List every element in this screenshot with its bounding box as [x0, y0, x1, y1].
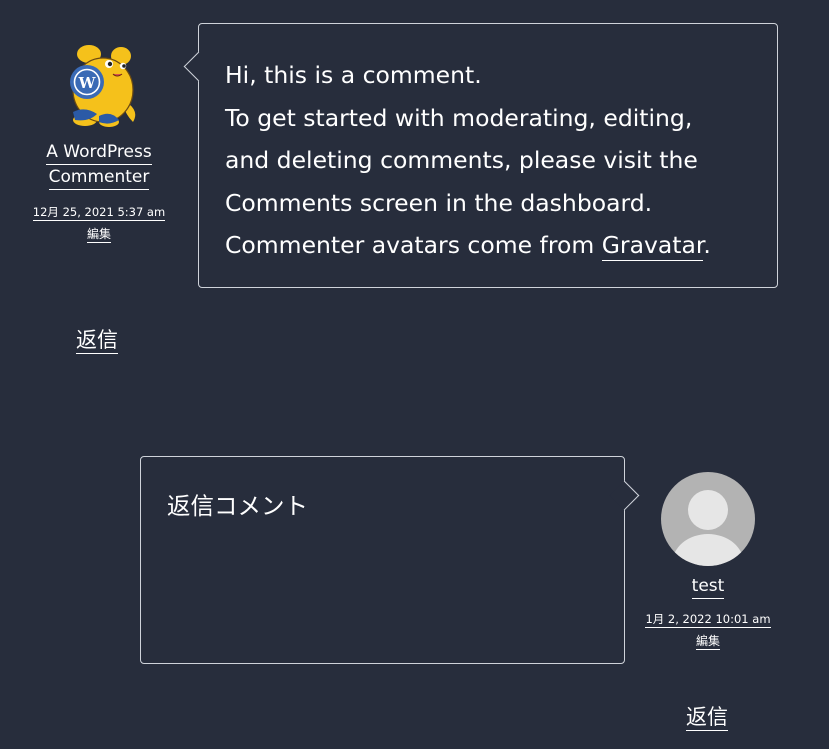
comment-line: Comments screen in the dashboard.: [225, 188, 653, 217]
comment-date-link[interactable]: 12月 25, 2021 5:37 am: [32, 205, 166, 221]
comment-edit-wrap: 編集: [28, 226, 170, 243]
comment-author-link-line1[interactable]: A WordPress: [46, 142, 152, 165]
comment-1-bubble: Hi, this is a comment. To get started wi…: [183, 23, 778, 288]
reply-button[interactable]: 返信: [686, 705, 728, 731]
comment-author-name: test: [636, 574, 780, 599]
comment-body: 返信コメント: [167, 492, 308, 520]
comment-date-wrap: 1月 2, 2022 10:01 am: [636, 611, 780, 628]
comment-date-wrap: 12月 25, 2021 5:37 am: [28, 204, 170, 221]
svg-text:W: W: [78, 74, 97, 92]
comment-2-bubble: 返信コメント: [140, 456, 640, 664]
bubble-arrow: [183, 51, 214, 82]
reply-wrap: 返信: [76, 326, 118, 354]
comment-line: To get started with moderating, editing,: [225, 103, 693, 132]
comment-author-link[interactable]: test: [691, 576, 725, 599]
comment-2-meta: test 1月 2, 2022 10:01 am 編集: [636, 472, 780, 650]
comment-1-meta: W A WordPress Commenter 12月 25, 2021 5:3…: [28, 42, 170, 243]
comment-line-suffix: .: [703, 231, 711, 259]
comment-line: Commenter avatars come from: [225, 231, 602, 259]
comment-author-name: A WordPress Commenter: [28, 140, 170, 190]
comment-edit-wrap: 編集: [636, 633, 780, 650]
reply-wrap: 返信: [686, 703, 728, 731]
comment-line: Hi, this is a comment.: [225, 61, 482, 89]
comment-author-link-line2[interactable]: Commenter: [48, 167, 150, 190]
comment-thread: W A WordPress Commenter 12月 25, 2021 5:3…: [0, 0, 829, 749]
gravatar-link[interactable]: Gravatar: [601, 231, 704, 261]
reply-button[interactable]: 返信: [76, 328, 118, 354]
default-person-avatar-icon: [661, 472, 755, 566]
bubble-arrow: [609, 480, 640, 511]
comment-edit-link[interactable]: 編集: [86, 227, 111, 243]
comment-line: and deleting comments, please visit the: [225, 146, 698, 174]
comment-edit-link[interactable]: 編集: [695, 634, 720, 650]
wapuu-avatar: W: [70, 45, 136, 127]
comment-body: Hi, this is a comment. To get started wi…: [225, 54, 751, 267]
comment-date-link[interactable]: 1月 2, 2022 10:01 am: [645, 612, 771, 628]
